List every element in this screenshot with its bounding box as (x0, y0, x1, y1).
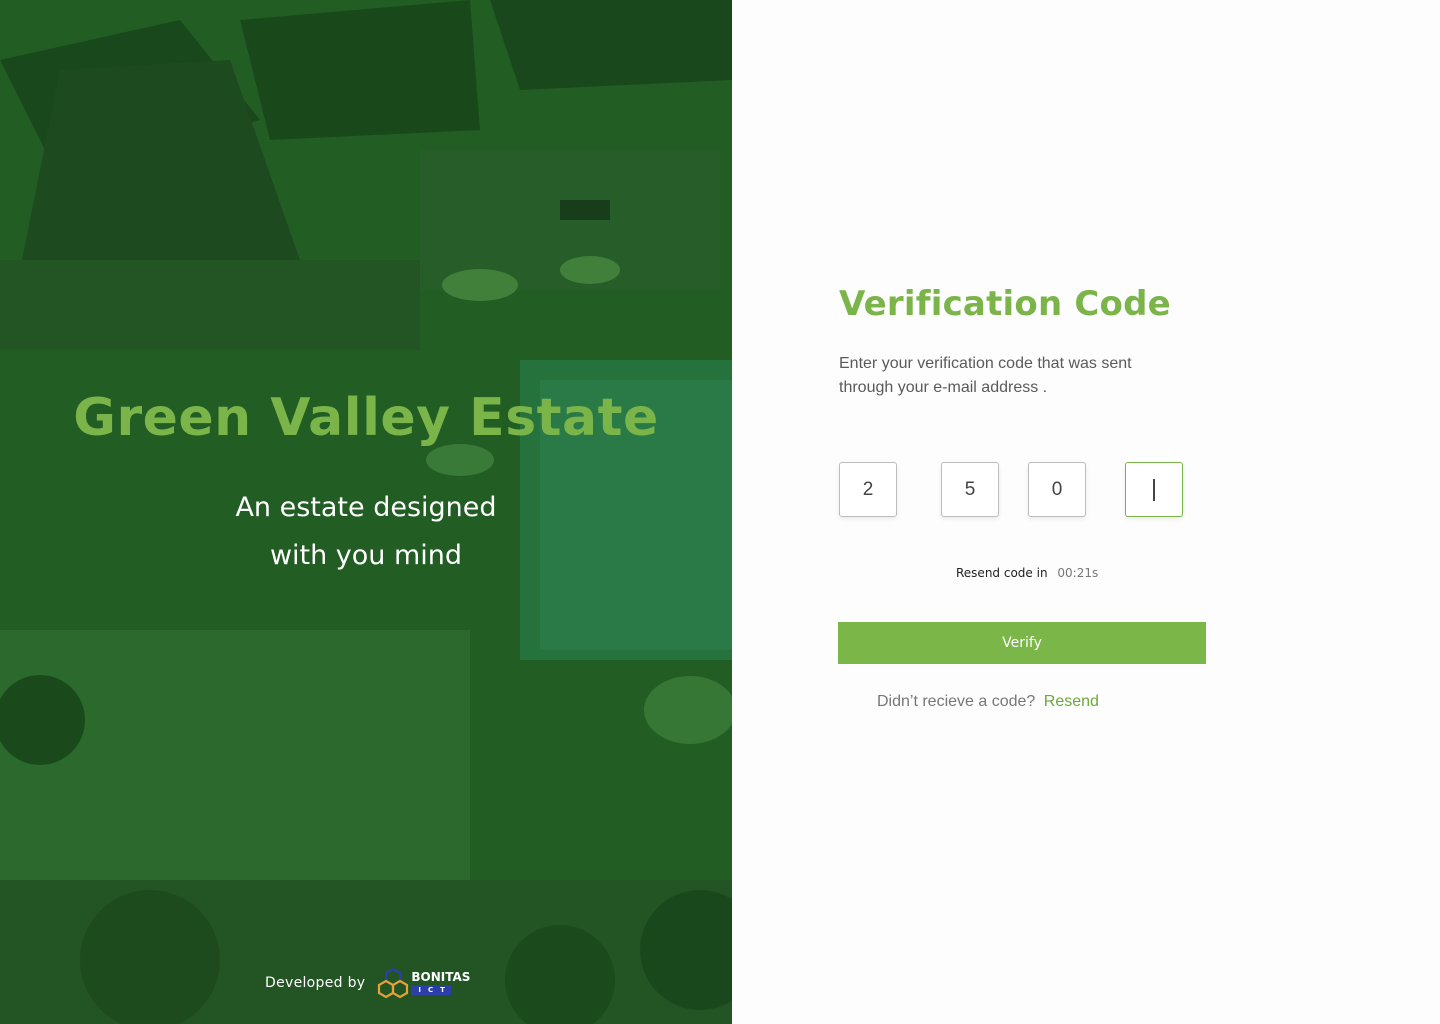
code-digit-input-1[interactable]: 2 (839, 462, 897, 517)
code-digit-input-4[interactable] (1125, 462, 1183, 517)
resend-row: Didn’t recieve a code? Resend (877, 693, 1099, 711)
code-digit-input-2[interactable]: 5 (941, 462, 999, 517)
verify-button[interactable]: Verify (838, 622, 1206, 664)
page-title: Verification Code (839, 284, 1171, 324)
form-description: Enter your verification code that was se… (839, 355, 1132, 396)
resend-timer: Resend code in 00:21s (956, 566, 1098, 580)
brand-name: BONITAS (411, 970, 471, 984)
resend-link[interactable]: Resend (1044, 693, 1099, 710)
text-cursor (1153, 478, 1155, 501)
no-code-text: Didn’t recieve a code? (877, 693, 1036, 710)
resend-timer-value: 00:21s (1057, 566, 1099, 580)
resend-timer-label: Resend code in (956, 566, 1048, 580)
hexagon-logo-icon (378, 967, 409, 999)
developed-by-label: Developed by (265, 975, 366, 991)
hero-panel: Green Valley Estate An estate designed w… (0, 0, 732, 1024)
hero-title: Green Valley Estate (73, 388, 659, 448)
code-digit-input-3[interactable]: 0 (1028, 462, 1086, 517)
brand-sub: ICT (411, 985, 452, 995)
verification-form-panel: Verification Code Enter your verificatio… (732, 0, 1440, 1024)
bonitas-logo: BONITAS ICT (377, 967, 470, 999)
developer-credit: Developed by BONITAS ICT (265, 966, 470, 1000)
hero-subtitle: An estate designed with you mind (235, 492, 497, 571)
